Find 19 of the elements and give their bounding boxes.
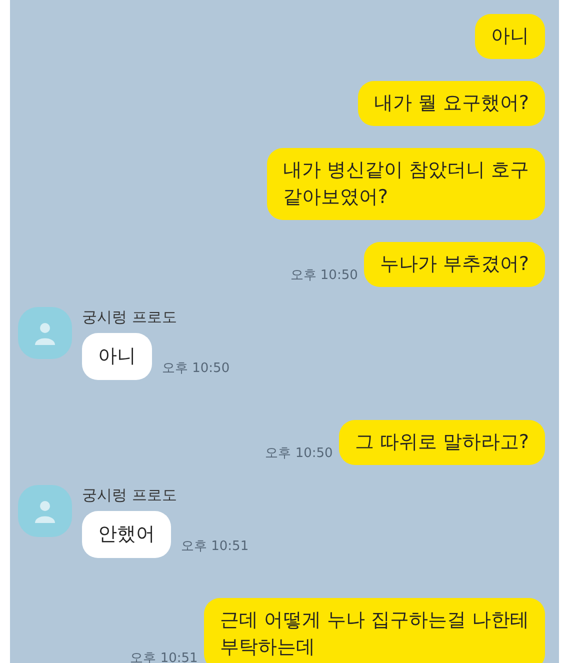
- sent-message-bubble: 아니: [475, 14, 545, 59]
- sender-name: 궁시렁 프로도: [82, 485, 178, 505]
- avatar[interactable]: [18, 307, 72, 359]
- person-icon: [34, 499, 56, 523]
- sent-message-bubble: 내가 뭘 요구했어?: [358, 81, 545, 126]
- sent-message-bubble: 그 따위로 말하라고?: [338, 420, 545, 465]
- avatar[interactable]: [18, 485, 72, 537]
- message-time: 오후 10:50: [290, 266, 358, 284]
- received-message-bubble: 아니: [82, 333, 152, 380]
- sent-message-bubble: 내가 병신같이 참았더니 호구 같아보였어?: [266, 148, 545, 220]
- received-message-bubble: 안했어: [82, 511, 171, 558]
- sent-message-bubble: 근데 어떻게 누나 집구하는걸 나한테 부탁하는데: [204, 598, 545, 663]
- sender-name: 궁시렁 프로도: [82, 307, 178, 327]
- person-icon: [34, 321, 56, 345]
- message-time: 오후 10:51: [181, 538, 249, 556]
- message-time: 오후 10:50: [162, 360, 230, 378]
- message-time: 오후 10:50: [265, 444, 333, 462]
- sent-message-bubble: 누나가 부추겼어?: [364, 242, 545, 287]
- message-time: 오후 10:51: [130, 650, 198, 663]
